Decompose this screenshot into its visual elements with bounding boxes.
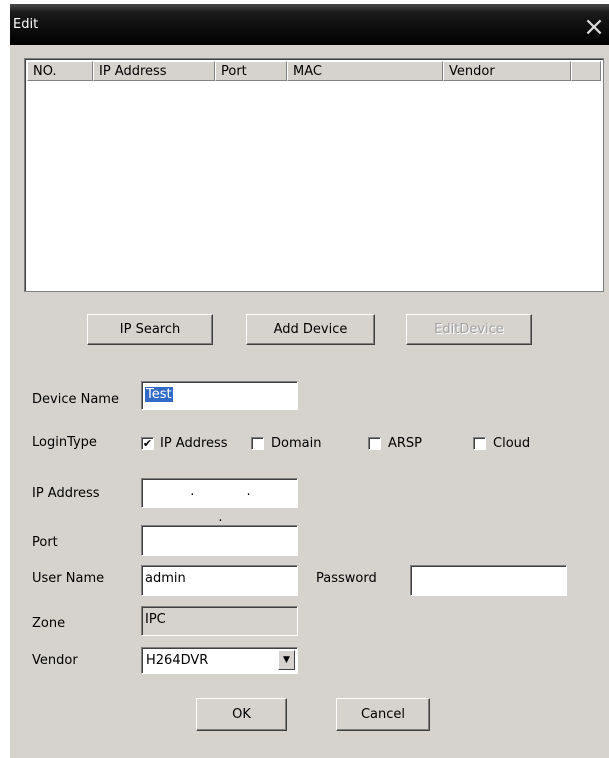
vendor-select[interactable]: H264DVR ▼ (141, 647, 298, 674)
edit-dialog: Edit × NO. IP Address Port MAC Vendor IP… (10, 4, 609, 758)
user-name-input[interactable]: admin (141, 565, 298, 596)
device-name-input[interactable]: Test (141, 381, 298, 410)
password-label: Password (316, 571, 377, 586)
device-name-value: Test (145, 387, 173, 402)
user-name-label: User Name (32, 571, 105, 586)
login-ip-address-label: IP Address (160, 436, 228, 451)
check-icon: ✔ (142, 437, 153, 450)
window-title: Edit (13, 17, 39, 32)
zone-label: Zone (32, 616, 66, 631)
ip-address-label: IP Address (32, 486, 100, 501)
column-header-no[interactable]: NO. (27, 61, 93, 81)
vendor-selected-value: H264DVR (146, 653, 209, 668)
column-header-mac[interactable]: MAC (287, 61, 443, 81)
column-header-port[interactable]: Port (215, 61, 287, 81)
vendor-label: Vendor (32, 653, 78, 668)
column-header-ip-address[interactable]: IP Address (93, 61, 215, 81)
password-input[interactable] (410, 565, 567, 596)
login-ip-address-checkbox[interactable]: ✔ (141, 437, 154, 450)
port-input[interactable] (141, 525, 298, 556)
add-device-button[interactable]: Add Device (246, 314, 375, 345)
device-list[interactable]: NO. IP Address Port MAC Vendor (24, 58, 604, 292)
device-name-label: Device Name (32, 392, 119, 407)
ip-address-input[interactable]: . . . (141, 478, 298, 525)
column-header-vendor[interactable]: Vendor (443, 61, 571, 81)
device-list-header: NO. IP Address Port MAC Vendor (27, 61, 601, 83)
login-domain-checkbox[interactable] (251, 437, 264, 450)
port-label: Port (32, 535, 58, 550)
edit-device-button[interactable]: EditDevice (406, 314, 532, 345)
login-cloud-checkbox[interactable] (473, 437, 486, 450)
login-cloud-label: Cloud (493, 436, 531, 451)
ok-button[interactable]: OK (196, 698, 287, 731)
login-type-label: LoginType (32, 435, 97, 450)
vendor-dropdown-button[interactable]: ▼ (278, 650, 295, 670)
close-icon[interactable]: × (581, 14, 607, 40)
ip-search-button[interactable]: IP Search (87, 314, 213, 345)
login-arsp-label: ARSP (388, 436, 423, 451)
title-bar[interactable]: Edit × (10, 4, 609, 45)
login-arsp-checkbox[interactable] (368, 437, 381, 450)
cancel-button[interactable]: Cancel (336, 698, 430, 731)
login-domain-label: Domain (271, 436, 322, 451)
zone-field: IPC (141, 606, 298, 636)
column-header-filler (571, 61, 601, 81)
chevron-down-icon: ▼ (283, 655, 290, 665)
